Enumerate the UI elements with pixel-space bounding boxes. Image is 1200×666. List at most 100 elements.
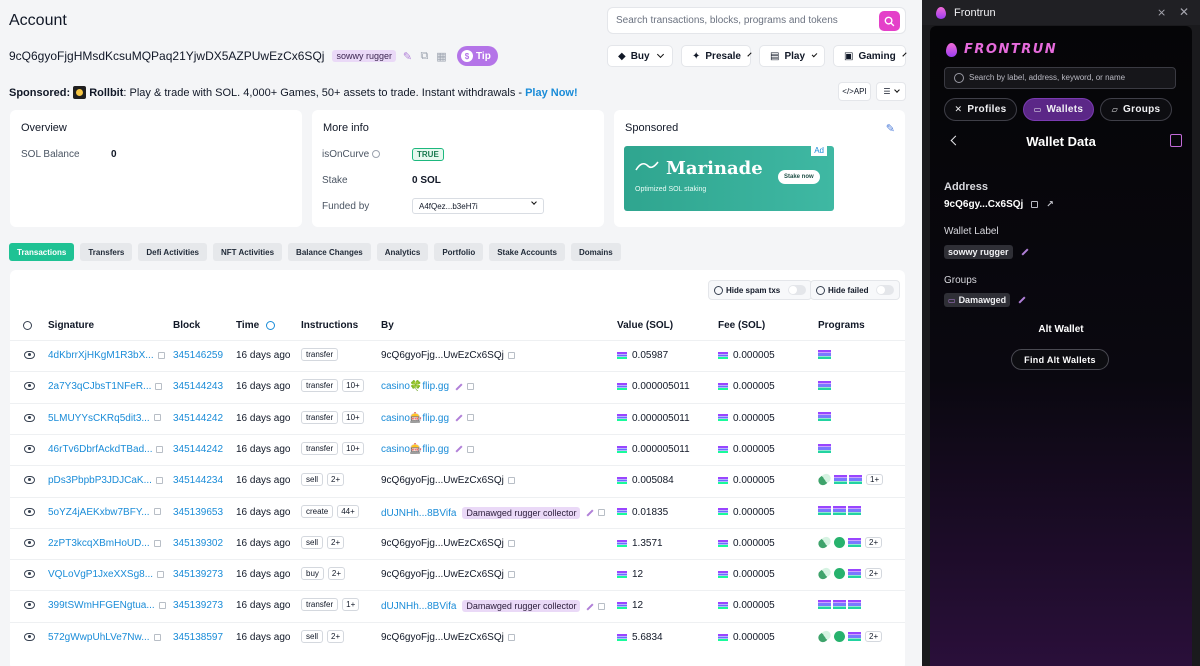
- pill-program-icon[interactable]: [816, 472, 833, 488]
- copy-address-icon[interactable]: ⧉: [419, 50, 430, 62]
- eye-icon[interactable]: [24, 413, 35, 422]
- copy-icon[interactable]: [153, 633, 161, 641]
- block-link[interactable]: 345139302: [173, 538, 223, 549]
- signature-link[interactable]: 2a7Y3qCJbsT1NFeR...: [48, 381, 151, 392]
- instruction-count-badge[interactable]: 2+: [327, 567, 346, 581]
- pill-program-icon[interactable]: [816, 566, 833, 582]
- by-address[interactable]: casino🎰flip.gg: [381, 413, 449, 424]
- instruction-count-badge[interactable]: 10+: [342, 410, 364, 424]
- signature-cell[interactable]: 4dKbrrXjHKgM1R3bX...: [48, 350, 165, 361]
- copy-icon[interactable]: [153, 539, 161, 547]
- solana-program-icon[interactable]: [848, 600, 861, 610]
- block-link[interactable]: 345138597: [173, 632, 223, 643]
- edit-pencil-icon[interactable]: ✎: [886, 122, 895, 135]
- copy-icon[interactable]: [507, 633, 515, 641]
- tab-defi-activities[interactable]: Defi Activities: [138, 243, 207, 261]
- block-link[interactable]: 345146259: [173, 350, 223, 361]
- table-row[interactable]: pDs3PbpbP3JDJCaK... 345144234 16 days ago s…: [10, 465, 905, 496]
- edit-pencil-icon[interactable]: [586, 509, 595, 517]
- stake-now-button[interactable]: Stake now: [778, 170, 820, 184]
- copy-icon[interactable]: [156, 445, 164, 453]
- column-settings-icon[interactable]: [23, 320, 32, 331]
- tab-nft-activities[interactable]: NFT Activities: [213, 243, 283, 261]
- solana-program-icon[interactable]: [818, 600, 831, 610]
- panel-tab-groups[interactable]: ▱ Groups: [1100, 98, 1172, 121]
- eye-icon[interactable]: [24, 444, 35, 453]
- copy-icon[interactable]: [1031, 201, 1039, 208]
- search-button[interactable]: [879, 11, 900, 31]
- solana-program-icon[interactable]: [833, 506, 846, 516]
- panel-tab-profiles[interactable]: ✕ Profiles: [944, 98, 1017, 121]
- by-address[interactable]: casino🎰flip.gg: [381, 444, 449, 455]
- instruction-count-badge[interactable]: 10+: [342, 441, 364, 455]
- eye-icon[interactable]: [24, 476, 35, 485]
- instruction-count-badge[interactable]: 10+: [342, 379, 364, 393]
- play-now-link[interactable]: Play Now!: [525, 87, 578, 99]
- table-row[interactable]: 5oYZ4jAEKxbw7BFY... 345139653 16 days ago c…: [10, 496, 905, 528]
- clock-icon[interactable]: [265, 320, 275, 330]
- block-link[interactable]: 345144243: [173, 381, 223, 392]
- tab-domains[interactable]: Domains: [570, 243, 621, 261]
- info-icon[interactable]: [372, 150, 381, 159]
- tab-transactions[interactable]: Transactions: [9, 243, 75, 261]
- solana-program-icon[interactable]: [849, 475, 862, 485]
- solana-program-icon[interactable]: [818, 349, 831, 359]
- copy-icon[interactable]: [153, 508, 161, 516]
- block-link[interactable]: 345144242: [173, 413, 223, 424]
- copy-icon[interactable]: [157, 570, 165, 578]
- solana-program-icon[interactable]: [834, 475, 847, 485]
- eye-icon[interactable]: [24, 382, 35, 391]
- more-programs-badge[interactable]: 1+: [866, 474, 884, 486]
- funded-by-select[interactable]: A4fQez...b3eH7i: [412, 198, 544, 214]
- dex-program-icon[interactable]: [834, 568, 845, 580]
- search-box[interactable]: [607, 7, 906, 34]
- external-link-icon[interactable]: ↗: [1046, 199, 1054, 210]
- marinade-ad-banner[interactable]: Marinade Optimized SOL staking Stake now…: [624, 146, 834, 211]
- signature-cell[interactable]: 2zPT3kcqXBmHoUD...: [48, 538, 161, 549]
- eye-icon[interactable]: [24, 351, 35, 359]
- eye-icon[interactable]: [24, 601, 35, 610]
- instruction-count-badge[interactable]: 44+: [337, 504, 359, 518]
- signature-cell[interactable]: 2a7Y3qCJbsT1NFeR...: [48, 381, 163, 392]
- tab-stake-accounts[interactable]: Stake Accounts: [489, 243, 565, 261]
- tab-analytics[interactable]: Analytics: [376, 243, 429, 261]
- signature-cell[interactable]: 399tSWmHFGENgtua...: [48, 600, 166, 611]
- instruction-count-badge[interactable]: 2+: [327, 535, 345, 549]
- dex-program-icon[interactable]: [834, 630, 845, 642]
- copy-icon[interactable]: [157, 351, 165, 359]
- solana-program-icon[interactable]: [848, 506, 861, 516]
- panel-search-box[interactable]: [944, 67, 1176, 89]
- tip-button[interactable]: $ Tip: [456, 46, 498, 66]
- more-programs-badge[interactable]: 2+: [865, 568, 883, 580]
- copy-icon[interactable]: [598, 509, 606, 517]
- solana-program-icon[interactable]: [818, 443, 831, 453]
- table-row[interactable]: 2zPT3kcqXBmHoUD... 345139302 16 days ago se…: [10, 527, 905, 559]
- block-link[interactable]: 345139653: [173, 507, 223, 518]
- instruction-count-badge[interactable]: 2+: [327, 473, 345, 487]
- gaming-menu[interactable]: ▣ Gaming: [833, 45, 907, 67]
- play-menu[interactable]: ▤ Play: [759, 45, 825, 67]
- panel-search-input[interactable]: [969, 73, 1169, 82]
- copy-icon[interactable]: [153, 414, 161, 422]
- edit-pencil-icon[interactable]: [1020, 248, 1029, 256]
- signature-link[interactable]: 46rTv6DbrfAckdTBad...: [48, 444, 152, 455]
- copy-icon[interactable]: [598, 603, 606, 611]
- find-alt-wallets-button[interactable]: Find Alt Wallets: [1011, 349, 1109, 370]
- by-address[interactable]: dUJNHh...8BVifa: [381, 508, 456, 519]
- search-input[interactable]: [616, 15, 876, 26]
- table-row[interactable]: 4dKbrrXjHKgM1R3bX... 345146259 16 days ago…: [10, 340, 905, 371]
- presale-menu[interactable]: ✦ Presale: [681, 45, 752, 67]
- pill-program-icon[interactable]: [816, 534, 833, 550]
- api-button[interactable]: </>API: [838, 82, 871, 101]
- unpin-icon[interactable]: ⨯: [1157, 6, 1166, 19]
- solana-program-icon[interactable]: [848, 537, 861, 547]
- edit-pencil-icon[interactable]: [455, 383, 463, 391]
- instruction-count-badge[interactable]: 1+: [342, 598, 360, 612]
- hide-failed-switch[interactable]: [876, 285, 895, 295]
- copy-icon[interactable]: [155, 477, 163, 485]
- signature-link[interactable]: 572gWwpUhLVe7Nw...: [48, 632, 150, 643]
- block-link[interactable]: 345139273: [173, 569, 223, 580]
- close-icon[interactable]: ✕: [1179, 5, 1189, 19]
- solana-program-icon[interactable]: [848, 631, 861, 641]
- copy-icon[interactable]: [507, 539, 515, 547]
